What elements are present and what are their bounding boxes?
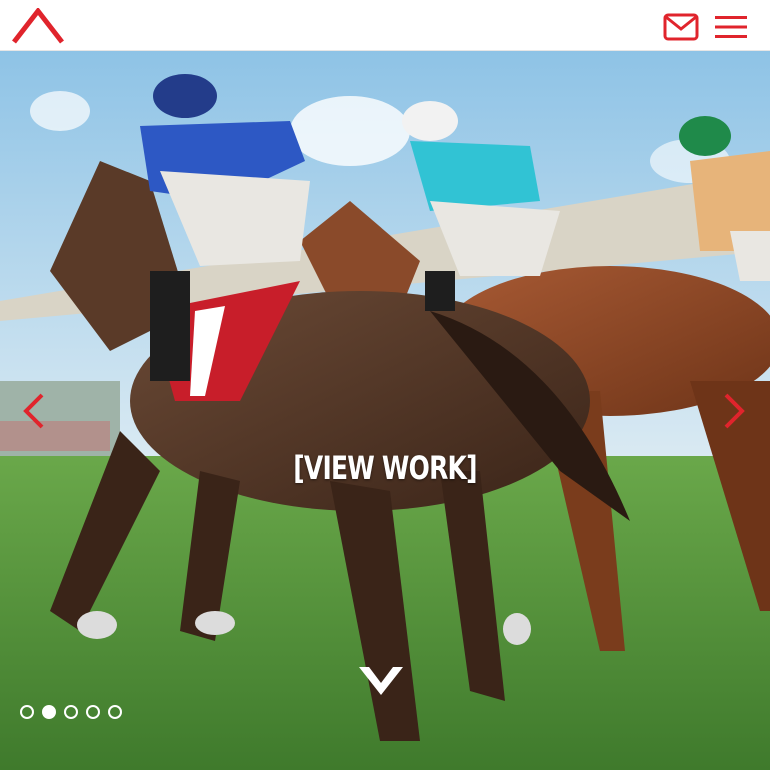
- hero-slider: [VIEW WORK]: [0, 51, 770, 770]
- hamburger-menu-icon[interactable]: [715, 15, 747, 39]
- top-navigation-bar: [0, 0, 770, 51]
- envelope-icon[interactable]: [663, 13, 699, 41]
- slide-dot[interactable]: [108, 705, 122, 719]
- chevron-down-icon[interactable]: [355, 661, 407, 701]
- view-work-button[interactable]: [VIEW WORK]: [85, 449, 686, 487]
- slide-dot[interactable]: [20, 705, 34, 719]
- brand-logo-icon[interactable]: [12, 8, 64, 44]
- slide-pagination: [20, 705, 122, 719]
- slide-dot[interactable]: [86, 705, 100, 719]
- slide-dot[interactable]: [42, 705, 56, 719]
- chevron-left-icon[interactable]: [20, 391, 48, 431]
- chevron-right-icon[interactable]: [720, 391, 748, 431]
- slide-dot[interactable]: [64, 705, 78, 719]
